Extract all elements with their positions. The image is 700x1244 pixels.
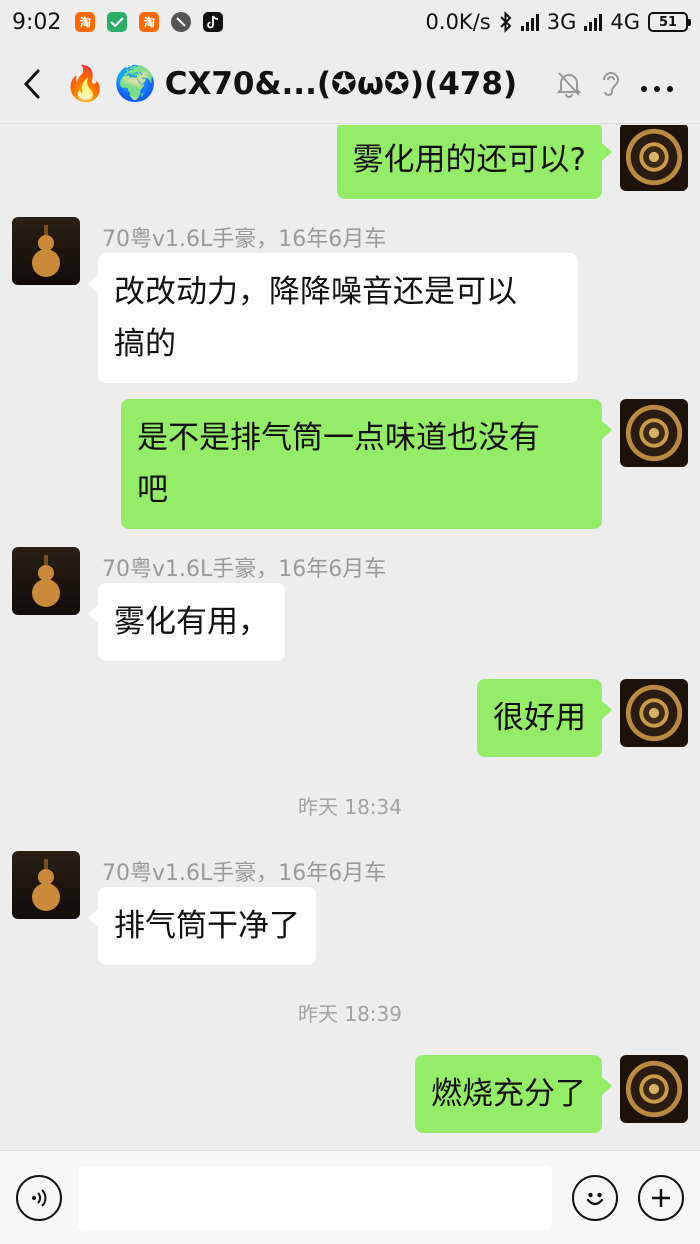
taobao-icon: 淘 bbox=[75, 12, 96, 32]
message-bubble-received[interactable]: 雾化有用， bbox=[88, 583, 285, 661]
title-actions bbox=[556, 69, 700, 99]
message-text: 雾化用的还可以? bbox=[352, 142, 586, 178]
sender-avatar[interactable] bbox=[12, 851, 80, 919]
plus-button[interactable] bbox=[638, 1174, 684, 1221]
taobao-icon: 淘 bbox=[139, 12, 160, 32]
gourd-icon bbox=[32, 225, 60, 277]
status-bar: 9:02 淘 淘 0.0K/s 3G 4G 51 bbox=[0, 0, 700, 44]
message-bubble-sent[interactable]: 很好用 bbox=[477, 679, 612, 757]
message-text: 雾化有用， bbox=[114, 604, 269, 640]
chat-title-text: CX70&...(✪ω✪)(478) bbox=[164, 65, 518, 102]
message-text-line: 改改动力，降降噪音还是可以 bbox=[114, 274, 517, 310]
wechat-pay-icon bbox=[107, 12, 128, 32]
my-avatar[interactable] bbox=[620, 125, 688, 191]
more-dots-icon bbox=[641, 85, 673, 92]
my-avatar[interactable] bbox=[620, 399, 688, 467]
message-bubble-received[interactable]: 排气筒干净了 bbox=[88, 887, 316, 965]
network-3g: 3G bbox=[546, 10, 577, 34]
message-text-line: 吧 bbox=[137, 472, 168, 508]
my-avatar[interactable] bbox=[620, 679, 688, 747]
my-avatar[interactable] bbox=[620, 1055, 688, 1123]
sender-avatar[interactable] bbox=[12, 547, 80, 615]
plus-icon bbox=[652, 1188, 670, 1207]
ear-icon bbox=[603, 71, 620, 96]
tiktok-icon bbox=[203, 12, 224, 32]
sender-name: 70粤v1.6L手豪，16年6月车 bbox=[102, 557, 387, 582]
title-bar: 🔥 🌍 CX70&...(✪ω✪)(478) bbox=[0, 44, 700, 124]
back-button[interactable] bbox=[0, 44, 64, 124]
message-bubble-sent[interactable]: 雾化用的还可以? bbox=[336, 125, 613, 199]
message-text: 很好用 bbox=[493, 700, 586, 736]
sender-name: 70粤v1.6L手豪，16年6月车 bbox=[102, 227, 387, 252]
bell-off-icon bbox=[556, 71, 582, 98]
message-bubble-sent[interactable]: 是不是排气筒一点味道也没有 吧 bbox=[121, 399, 612, 529]
voice-button[interactable] bbox=[16, 1174, 62, 1221]
network-speed: 0.0K/s bbox=[425, 10, 491, 34]
status-time: 9:02 bbox=[12, 9, 62, 35]
sender-name: 70粤v1.6L手豪，16年6月车 bbox=[102, 861, 387, 886]
message-text: 排气筒干净了 bbox=[114, 908, 300, 944]
chat-title[interactable]: 🔥 🌍 CX70&...(✪ω✪)(478) bbox=[64, 64, 517, 104]
network-4g: 4G bbox=[610, 10, 640, 34]
notification-icons: 淘 淘 bbox=[75, 12, 224, 32]
gourd-icon bbox=[32, 555, 60, 607]
voice-icon bbox=[32, 1188, 47, 1207]
gourd-icon bbox=[32, 859, 60, 911]
message-text-line: 是不是排气筒一点味道也没有 bbox=[137, 420, 540, 456]
emoji-button[interactable] bbox=[572, 1174, 618, 1221]
signal-4g-icon bbox=[584, 13, 603, 31]
fire-icon: 🔥 bbox=[64, 63, 107, 104]
message-input[interactable] bbox=[78, 1165, 552, 1230]
sender-avatar[interactable] bbox=[12, 217, 80, 285]
message-text: 燃烧充分了 bbox=[431, 1076, 586, 1112]
more-button[interactable] bbox=[640, 69, 674, 99]
message-timestamp: 昨天 18:34 bbox=[298, 795, 402, 819]
message-list[interactable]: 雾化用的还可以? 70粤v1.6L手豪，16年6月车 改改动力，降降噪音还是可以… bbox=[0, 125, 700, 1150]
message-text-line: 搞的 bbox=[114, 326, 176, 362]
signal-3g-icon bbox=[520, 13, 539, 31]
battery-icon: 51 bbox=[648, 12, 691, 32]
emoji-icon bbox=[586, 1192, 604, 1205]
message-timestamp: 昨天 18:39 bbox=[298, 1002, 402, 1026]
chevron-left-icon bbox=[23, 69, 40, 98]
message-bubble-sent[interactable]: 燃烧充分了 bbox=[415, 1055, 612, 1133]
globe-icon: 🌍 bbox=[114, 63, 157, 104]
bluetooth-icon bbox=[500, 11, 512, 33]
block-icon bbox=[171, 12, 192, 32]
status-right: 0.0K/s 3G 4G 51 bbox=[425, 10, 691, 34]
input-bar bbox=[0, 1150, 700, 1244]
message-bubble-received[interactable]: 改改动力，降降噪音还是可以 搞的 bbox=[88, 253, 578, 383]
